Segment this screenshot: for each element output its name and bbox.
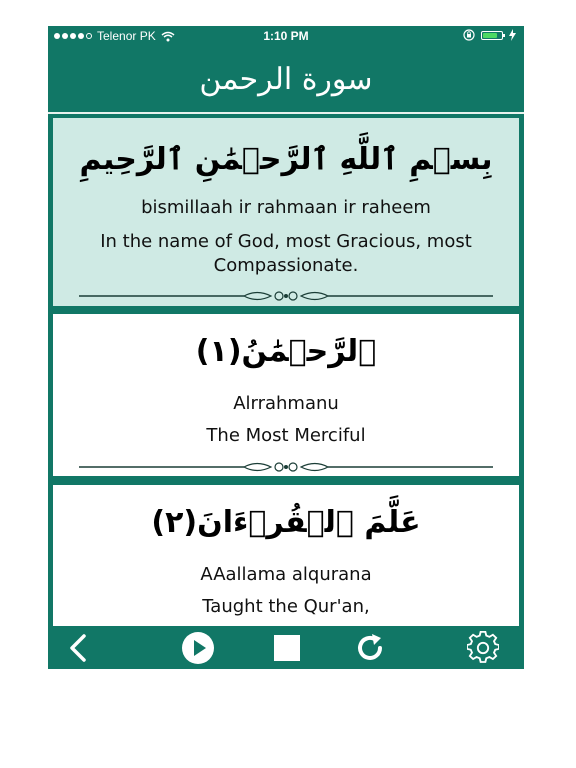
- refresh-icon: [358, 634, 382, 660]
- play-icon: [182, 632, 214, 664]
- divider-ornament: [79, 462, 493, 472]
- stop-icon: [274, 635, 300, 661]
- charging-icon: [509, 29, 516, 41]
- settings-button[interactable]: [467, 631, 499, 664]
- verse-translation: Taught the Qur'an,: [202, 596, 370, 617]
- app-window: Telenor PK 1:10 PM سورة الرحمن بِسۡمِ ٱل…: [48, 26, 524, 669]
- verse-transliteration: bismillaah ir rahmaan ir raheem: [141, 197, 431, 218]
- verse-arabic: ٱلرَّحۡمَٰنُ(١): [195, 334, 377, 369]
- battery-icon: [481, 30, 505, 40]
- status-time: 1:10 PM: [263, 29, 309, 43]
- status-bar: Telenor PK 1:10 PM: [48, 26, 524, 46]
- title-bar: سورة الرحمن: [48, 46, 524, 114]
- verse-transliteration: Alrrahmanu: [233, 393, 339, 414]
- page-title: سورة الرحمن: [199, 61, 373, 97]
- stop-button[interactable]: [271, 632, 303, 664]
- verse-translation: The Most Merciful: [206, 425, 366, 446]
- repeat-button[interactable]: [354, 632, 386, 664]
- verse-card[interactable]: ٱلرَّحۡمَٰنُ(١) Alrrahmanu The Most Merc…: [53, 314, 519, 476]
- orientation-lock-icon: [463, 29, 475, 41]
- battery-fill: [483, 32, 497, 38]
- verse-card-bismillah[interactable]: بِسۡمِ ٱللَّهِ ٱلرَّحۡمَٰنِ ٱلرَّحِيمِ b…: [53, 118, 519, 306]
- back-button[interactable]: [62, 632, 94, 664]
- chevron-left-icon: [70, 634, 86, 662]
- bottom-toolbar: [48, 626, 524, 669]
- verse-list[interactable]: بِسۡمِ ٱللَّهِ ٱلرَّحۡمَٰنِ ٱلرَّحِيمِ b…: [53, 118, 519, 626]
- verse-translation: Compassionate.: [213, 255, 359, 276]
- status-right: [463, 29, 516, 41]
- play-button[interactable]: [181, 631, 215, 665]
- verse-arabic: عَلَّمَ ٱلۡقُرۡءَانَ(٢): [151, 505, 421, 540]
- verse-transliteration: AAallama alqurana: [200, 564, 372, 585]
- divider-ornament: [79, 291, 493, 301]
- verse-translation: In the name of God, most Gracious, most: [100, 231, 472, 252]
- verse-card[interactable]: عَلَّمَ ٱلۡقُرۡءَانَ(٢) AAallama alquran…: [53, 485, 519, 626]
- verse-arabic: بِسۡمِ ٱللَّهِ ٱلرَّحۡمَٰنِ ٱلرَّحِيمِ: [79, 142, 493, 177]
- gear-icon: [467, 631, 499, 663]
